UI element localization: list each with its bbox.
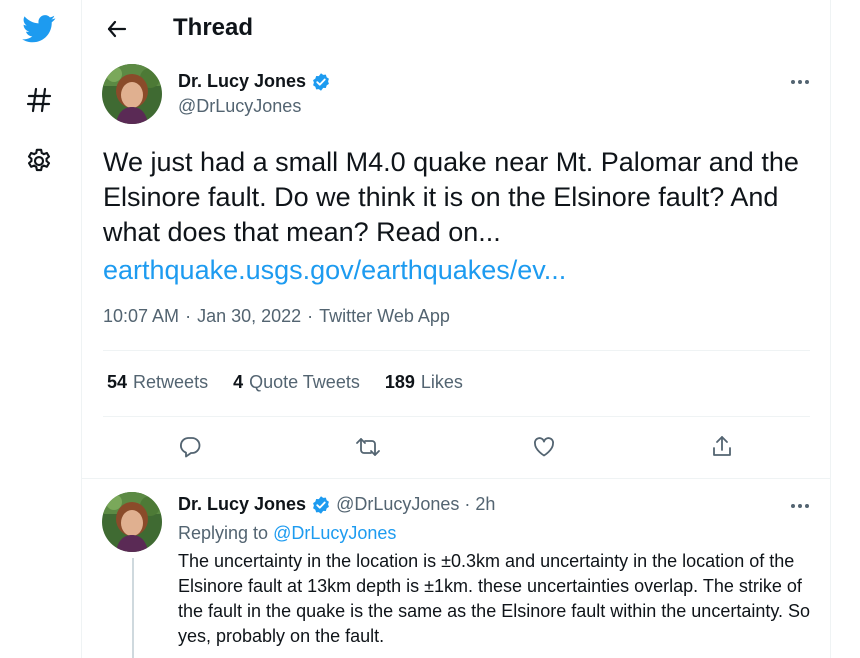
reply-author-handle[interactable]: @DrLucyJones — [336, 494, 459, 515]
reply-avatar[interactable] — [102, 492, 162, 552]
reply-age[interactable]: 2h — [475, 494, 495, 515]
verified-badge-icon — [311, 72, 331, 92]
thread-connector-line — [132, 558, 134, 658]
settings-gear-icon[interactable] — [20, 142, 58, 180]
thread-header: Thread — [82, 0, 831, 56]
main-column: Thread Dr. Lucy Jones @DrLucyJones We ju… — [81, 0, 831, 658]
avatar[interactable] — [102, 64, 162, 124]
reply-text: The uncertainty in the location is ±0.3k… — [178, 551, 811, 646]
tweet-source[interactable]: Twitter Web App — [319, 306, 450, 327]
tweet-date[interactable]: Jan 30, 2022 — [197, 306, 301, 327]
more-options-icon[interactable] — [785, 67, 815, 97]
quotes-count: 4 — [233, 372, 244, 392]
retweet-icon[interactable] — [348, 427, 388, 467]
quotes-label: Quote Tweets — [249, 372, 360, 392]
likes-count: 189 — [384, 372, 415, 392]
hashtag-icon[interactable] — [20, 81, 58, 119]
retweets-count: 54 — [107, 372, 128, 392]
quote-tweets-stat[interactable]: 4 Quote Tweets — [233, 372, 360, 393]
tweet-time[interactable]: 10:07 AM — [103, 306, 179, 327]
divider — [103, 350, 810, 351]
replying-to-mention[interactable]: @DrLucyJones — [273, 523, 396, 543]
tweet-text: We just had a small M4.0 quake near Mt. … — [103, 147, 799, 247]
left-nav — [0, 0, 81, 658]
share-icon[interactable] — [702, 427, 742, 467]
tweet-stats: 54 Retweets 4 Quote Tweets 189 Likes — [107, 372, 488, 393]
replying-to: Replying to @DrLucyJones — [178, 523, 396, 544]
verified-badge-icon — [311, 495, 331, 515]
retweets-label: Retweets — [133, 372, 209, 392]
reply-header: Dr. Lucy Jones @DrLucyJones · 2h — [178, 494, 495, 515]
divider — [103, 416, 810, 417]
tweet-meta: 10:07 AM · Jan 30, 2022 · Twitter Web Ap… — [103, 306, 450, 327]
reply-icon[interactable] — [170, 427, 210, 467]
retweets-stat[interactable]: 54 Retweets — [107, 372, 208, 393]
author-name[interactable]: Dr. Lucy Jones — [178, 71, 331, 92]
likes-stat[interactable]: 189 Likes — [385, 372, 463, 393]
twitter-bird-icon[interactable] — [20, 10, 58, 48]
reply-author-name[interactable]: Dr. Lucy Jones — [178, 494, 306, 515]
back-arrow-icon[interactable] — [100, 12, 134, 46]
replying-to-label: Replying to — [178, 523, 269, 543]
like-icon[interactable] — [524, 427, 564, 467]
author-handle[interactable]: @DrLucyJones — [178, 96, 301, 117]
page-title: Thread — [173, 14, 254, 41]
reply-more-options-icon[interactable] — [785, 491, 815, 521]
meta-separator: · — [307, 306, 314, 326]
author-name-text[interactable]: Dr. Lucy Jones — [178, 71, 306, 92]
divider — [82, 478, 831, 479]
right-panel-edge — [854, 70, 860, 658]
meta-separator: · — [185, 306, 192, 326]
tweet-link[interactable]: earthquake.usgs.gov/earthquakes/ev... — [103, 252, 566, 288]
reply-separator: · — [464, 494, 471, 514]
likes-label: Likes — [420, 372, 463, 392]
